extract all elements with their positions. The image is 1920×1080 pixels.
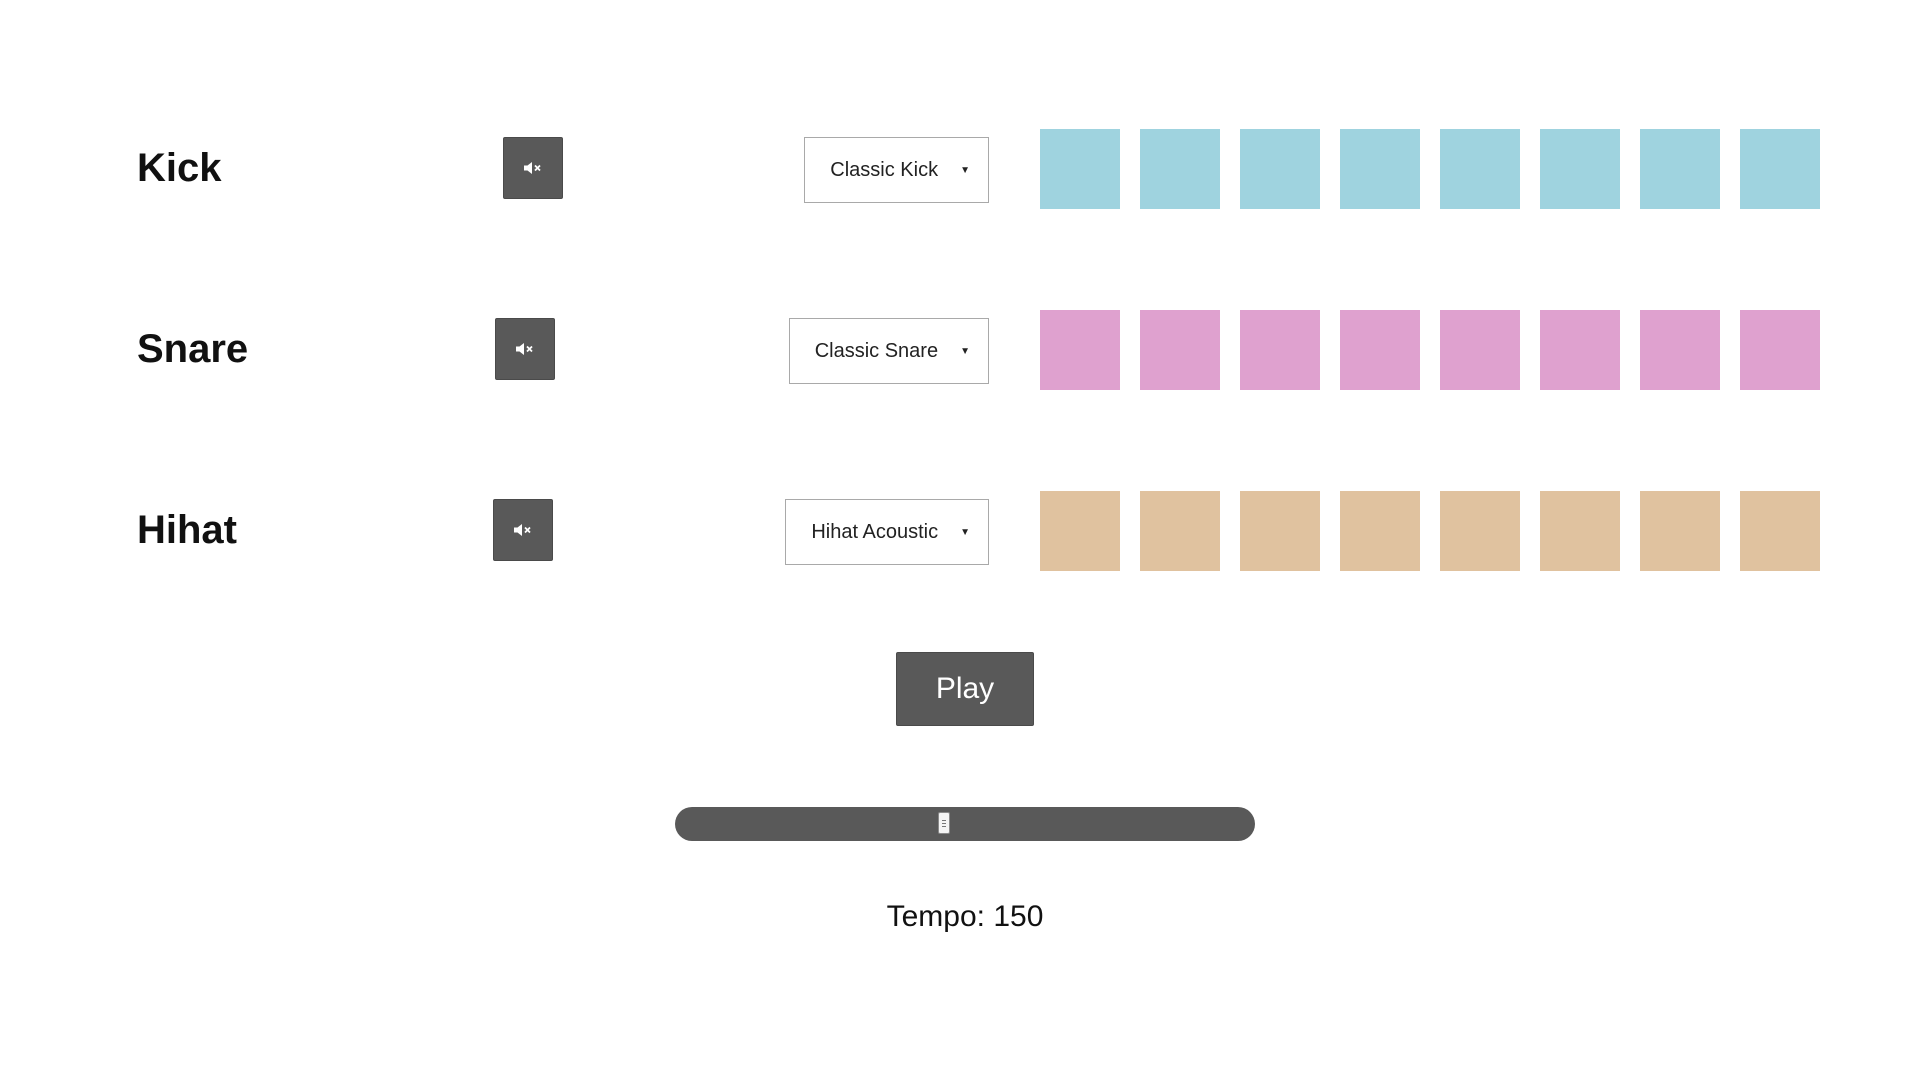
speaker-muted-icon — [513, 523, 533, 537]
step-row-hihat — [1040, 491, 1820, 571]
sample-select-hihat[interactable]: Hihat Acoustic ▼ — [785, 499, 989, 565]
dropdown-caret-icon: ▼ — [960, 345, 970, 357]
drum-sequencer: Kick Classic Kick ▼ Snare Classic Snare … — [0, 0, 1920, 1080]
step-pad-hihat-2[interactable] — [1140, 491, 1220, 571]
step-pad-kick-1[interactable] — [1040, 129, 1120, 209]
step-pad-snare-8[interactable] — [1740, 310, 1820, 390]
sample-select-snare[interactable]: Classic Snare ▼ — [788, 318, 989, 384]
step-row-snare — [1040, 310, 1820, 390]
step-pad-kick-5[interactable] — [1440, 129, 1520, 209]
track-label-snare: Snare — [137, 327, 249, 371]
step-pad-hihat-7[interactable] — [1640, 491, 1720, 571]
step-pad-hihat-8[interactable] — [1740, 491, 1820, 571]
step-pad-hihat-1[interactable] — [1040, 491, 1120, 571]
mute-button-snare[interactable] — [495, 318, 555, 380]
sample-select-kick-value: Classic Kick — [830, 158, 939, 181]
sample-select-hihat-value: Hihat Acoustic — [811, 520, 939, 543]
step-pad-snare-2[interactable] — [1140, 310, 1220, 390]
mute-button-kick[interactable] — [503, 137, 563, 199]
step-pad-hihat-6[interactable] — [1540, 491, 1620, 571]
mute-button-hihat[interactable] — [493, 499, 553, 561]
play-button[interactable]: Play — [896, 652, 1034, 726]
track-label-kick: Kick — [137, 146, 222, 190]
tempo-slider-thumb[interactable] — [937, 812, 950, 834]
step-pad-kick-3[interactable] — [1240, 129, 1320, 209]
speaker-muted-icon — [523, 161, 543, 175]
step-pad-snare-4[interactable] — [1340, 310, 1420, 390]
dropdown-caret-icon: ▼ — [960, 164, 970, 176]
speaker-muted-icon — [515, 342, 535, 356]
step-pad-kick-7[interactable] — [1640, 129, 1720, 209]
step-pad-hihat-4[interactable] — [1340, 491, 1420, 571]
step-pad-snare-3[interactable] — [1240, 310, 1320, 390]
step-pad-snare-6[interactable] — [1540, 310, 1620, 390]
sample-select-kick[interactable]: Classic Kick ▼ — [804, 137, 989, 203]
step-pad-snare-5[interactable] — [1440, 310, 1520, 390]
step-pad-snare-1[interactable] — [1040, 310, 1120, 390]
dropdown-caret-icon: ▼ — [960, 526, 970, 538]
step-pad-kick-6[interactable] — [1540, 129, 1620, 209]
step-row-kick — [1040, 129, 1820, 209]
step-pad-kick-8[interactable] — [1740, 129, 1820, 209]
tempo-slider[interactable] — [675, 807, 1255, 841]
step-pad-snare-7[interactable] — [1640, 310, 1720, 390]
step-pad-kick-4[interactable] — [1340, 129, 1420, 209]
sample-select-snare-value: Classic Snare — [814, 339, 939, 362]
track-label-hihat: Hihat — [137, 508, 237, 552]
tempo-readout: Tempo: 150 — [886, 900, 1044, 933]
step-pad-hihat-5[interactable] — [1440, 491, 1520, 571]
step-pad-hihat-3[interactable] — [1240, 491, 1320, 571]
step-pad-kick-2[interactable] — [1140, 129, 1220, 209]
